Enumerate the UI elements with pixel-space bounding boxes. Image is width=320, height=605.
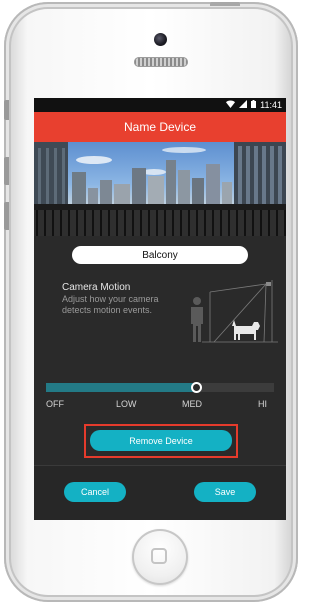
cellular-signal-icon	[239, 100, 248, 110]
device-name-input[interactable]	[72, 246, 248, 264]
volume-down-button	[4, 202, 9, 230]
app-screen: 11:41 Name Device Balcony Camera Motion …	[34, 98, 286, 520]
home-square-icon	[151, 548, 167, 564]
title-bar: Name Device	[34, 112, 286, 142]
phone-frame: 11:41 Name Device Balcony Camera Motion …	[4, 2, 298, 602]
status-time: 11:41	[260, 100, 282, 110]
device-name-section	[34, 236, 286, 276]
slider-fill	[46, 383, 197, 392]
mute-switch	[4, 100, 9, 120]
camera-motion-description: Adjust how your camera detects motion ev…	[62, 294, 159, 315]
camera-motion-title: Camera Motion	[62, 282, 131, 293]
remove-device-button[interactable]: Remove Device	[90, 430, 232, 451]
slider-label-med: MED	[182, 399, 202, 409]
cancel-button[interactable]: Cancel	[64, 482, 126, 502]
page-title: Name Device	[123, 120, 197, 134]
camera-preview-image	[34, 142, 286, 236]
battery-icon	[251, 100, 257, 110]
camera-motion-section: Camera Motion Adjust how your camera det…	[34, 276, 286, 348]
slider-labels: OFF LOW MED HI	[34, 399, 286, 411]
front-camera-icon	[154, 33, 167, 46]
status-bar: 11:41	[34, 98, 286, 112]
power-button	[210, 2, 240, 6]
slider-knob[interactable]	[190, 382, 202, 393]
volume-up-button	[4, 157, 9, 185]
earpiece-speaker	[134, 57, 188, 67]
save-button[interactable]: Save	[194, 482, 256, 502]
wifi-icon	[226, 100, 236, 110]
slider-label-off: OFF	[46, 399, 64, 409]
motion-sensitivity-slider[interactable]	[46, 382, 274, 393]
slider-label-low: LOW	[116, 399, 137, 409]
slider-label-hi: HI	[258, 399, 267, 409]
footer-bar: Cancel Save	[34, 466, 286, 520]
home-button[interactable]	[132, 529, 188, 585]
motion-detection-illustration-icon	[174, 276, 278, 353]
